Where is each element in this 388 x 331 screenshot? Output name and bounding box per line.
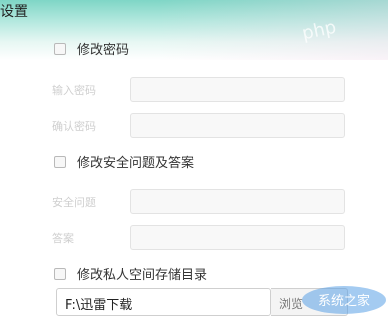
password-input-label: 输入密码 — [52, 84, 96, 97]
change-security-row[interactable]: 修改安全问题及答案 — [54, 152, 194, 171]
answer-label: 答案 — [52, 232, 74, 245]
security-question-label: 安全问题 — [52, 196, 96, 209]
answer-input[interactable] — [130, 225, 345, 250]
window-title: 设置 — [0, 4, 28, 20]
change-storage-row[interactable]: 修改私人空间存储目录 — [54, 264, 207, 283]
storage-path-input[interactable]: F:\迅雷下载 — [56, 288, 271, 316]
change-storage-label: 修改私人空间存储目录 — [77, 268, 208, 283]
change-security-label: 修改安全问题及答案 — [77, 156, 195, 171]
confirm-password-label: 确认密码 — [52, 120, 96, 133]
password-input[interactable] — [130, 77, 345, 102]
change-security-checkbox[interactable] — [54, 155, 66, 168]
change-password-row[interactable]: 修改密码 — [54, 39, 129, 58]
watermark-logo-icon: 系统之家 — [302, 286, 386, 314]
change-storage-checkbox[interactable] — [54, 267, 66, 280]
security-question-input[interactable] — [130, 189, 345, 214]
change-password-checkbox[interactable] — [54, 42, 66, 55]
change-password-label: 修改密码 — [77, 43, 130, 58]
header-glow — [158, 0, 388, 60]
confirm-password-input[interactable] — [130, 113, 345, 138]
watermark-logo-text: 系统之家 — [318, 293, 370, 309]
